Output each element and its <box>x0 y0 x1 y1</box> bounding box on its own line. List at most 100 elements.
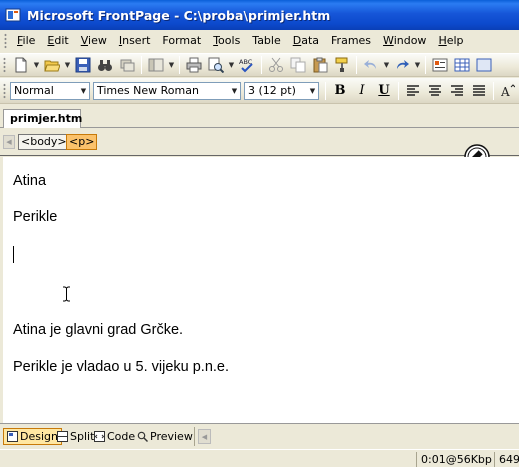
code-view-button[interactable]: Code <box>91 428 138 445</box>
menu-file[interactable]: File <box>11 32 41 50</box>
bold-button[interactable]: B <box>329 81 351 101</box>
align-right-button[interactable] <box>446 81 468 101</box>
save-button[interactable] <box>72 55 94 75</box>
save-disk-icon <box>75 57 91 73</box>
paragraph[interactable]: Perikle <box>13 209 57 225</box>
quick-tag-body[interactable]: <body> <box>18 134 70 150</box>
preview-in-browser-button[interactable] <box>205 55 227 75</box>
redo-arrow-icon <box>397 60 409 69</box>
design-view-label: Design <box>20 430 58 443</box>
menu-format[interactable]: Format <box>156 32 207 50</box>
menu-view[interactable]: View <box>75 32 113 50</box>
title-bar: Microsoft FrontPage - C:\proba\primjer.h… <box>0 0 519 30</box>
open-button[interactable] <box>41 55 63 75</box>
paragraph[interactable]: Atina <box>13 173 46 189</box>
preview-view-button[interactable]: Preview <box>134 428 196 445</box>
quick-tag-p[interactable]: <p> <box>66 134 98 150</box>
menu-grip[interactable] <box>4 33 7 49</box>
design-view-icon <box>7 431 18 442</box>
preview-magnifier-icon <box>208 57 224 73</box>
binoculars-icon <box>98 60 112 71</box>
document-tab-strip: primjer.htm <box>0 104 519 129</box>
paste-button[interactable] <box>309 55 331 75</box>
cut-button[interactable] <box>265 55 287 75</box>
undo-arrow-icon <box>364 60 376 69</box>
insert-table-button[interactable] <box>451 55 473 75</box>
font-size-select-value: 3 (12 pt) <box>248 84 296 97</box>
underline-button[interactable]: U <box>373 81 395 101</box>
print-button[interactable] <box>183 55 205 75</box>
design-view-editor[interactable]: Atina Perikle Atina je glavni grad Grčke… <box>3 157 519 423</box>
i-beam-cursor-icon <box>63 286 70 302</box>
italic-button[interactable]: I <box>351 81 373 101</box>
preview-dropdown[interactable]: ▼ <box>227 55 236 75</box>
chevron-down-icon[interactable]: ▼ <box>229 83 240 99</box>
tab-primjer-htm[interactable]: primjer.htm <box>3 109 82 129</box>
toolbar-separator <box>493 81 494 100</box>
paragraph[interactable]: Perikle je vladao u 5. vijeku p.n.e. <box>13 359 229 375</box>
view-switcher-bar: Design Split Code Preview ◀ <box>0 423 519 448</box>
justify-button[interactable] <box>468 81 490 101</box>
view-bar-separator <box>194 427 195 446</box>
align-center-button[interactable] <box>424 81 446 101</box>
insert-layer-button[interactable] <box>473 55 495 75</box>
download-time-status: 0:01@56Kbps <box>416 452 492 467</box>
menu-tools[interactable]: Tools <box>207 32 246 50</box>
toggle-pane-icon <box>148 58 164 72</box>
style-select[interactable]: Normal ▼ <box>10 81 90 100</box>
magnifier-icon <box>137 431 148 442</box>
quick-tag-scroll-left-icon[interactable]: ◀ <box>3 135 15 149</box>
chevron-down-icon[interactable]: ▼ <box>78 83 89 99</box>
web-component-icon <box>432 58 448 72</box>
undo-dropdown[interactable]: ▼ <box>382 55 391 75</box>
toggle-pane-dropdown[interactable]: ▼ <box>167 55 176 75</box>
format-painter-button[interactable] <box>331 55 353 75</box>
menu-window[interactable]: Window <box>377 32 432 50</box>
frontpage-app-icon <box>5 8 21 22</box>
undo-button[interactable] <box>360 55 382 75</box>
menu-data[interactable]: Data <box>287 32 325 50</box>
new-page-dropdown[interactable]: ▼ <box>32 55 41 75</box>
align-left-button[interactable] <box>402 81 424 101</box>
toolbar-separator <box>261 56 262 74</box>
menu-frames[interactable]: Frames <box>325 32 377 50</box>
status-bar: 0:01@56Kbps 649 <box>0 449 519 467</box>
open-dropdown[interactable]: ▼ <box>63 55 72 75</box>
redo-button[interactable] <box>391 55 413 75</box>
copy-button[interactable] <box>287 55 309 75</box>
font-size-select[interactable]: 3 (12 pt) ▼ <box>244 81 319 100</box>
search-button[interactable] <box>94 55 116 75</box>
formatting-toolbar: Normal ▼ Times New Roman ▼ 3 (12 pt) ▼ B… <box>0 78 519 104</box>
font-select[interactable]: Times New Roman ▼ <box>93 81 241 100</box>
paragraph[interactable]: Atina je glavni grad Grčke. <box>13 322 183 338</box>
menu-insert[interactable]: Insert <box>113 32 157 50</box>
window-title: Microsoft FrontPage - C:\proba\primjer.h… <box>27 7 331 23</box>
scissors-icon <box>269 57 283 72</box>
scroll-left-icon[interactable]: ◀ <box>198 429 211 444</box>
redo-dropdown[interactable]: ▼ <box>413 55 422 75</box>
menu-bar: File Edit View Insert Format Tools Table… <box>0 30 519 52</box>
chevron-down-icon[interactable]: ▼ <box>307 83 318 99</box>
menu-help[interactable]: Help <box>432 32 469 50</box>
formatting-grip[interactable] <box>3 82 6 99</box>
svg-text:A: A <box>501 85 510 98</box>
toolbar-grip[interactable] <box>3 57 6 73</box>
increase-font-size-button[interactable]: A <box>497 81 519 101</box>
clipboard-paste-icon <box>313 57 328 73</box>
publish-button[interactable] <box>116 55 138 75</box>
style-select-value: Normal <box>14 84 54 97</box>
web-component-button[interactable] <box>429 55 451 75</box>
menu-edit[interactable]: Edit <box>41 32 74 50</box>
font-select-value: Times New Roman <box>97 84 199 97</box>
new-page-button[interactable] <box>10 55 32 75</box>
align-left-icon <box>407 84 419 96</box>
toolbar-separator <box>179 56 180 74</box>
increase-font-size-icon: A <box>501 83 515 98</box>
spelling-check-icon: ABC <box>239 58 253 73</box>
toggle-pane-button[interactable] <box>145 55 167 75</box>
toolbar-separator <box>141 56 142 74</box>
spelling-button[interactable]: ABC <box>236 55 258 75</box>
toolbar-separator <box>425 56 426 74</box>
toolbar-separator <box>325 81 326 100</box>
menu-table[interactable]: Table <box>246 32 286 50</box>
